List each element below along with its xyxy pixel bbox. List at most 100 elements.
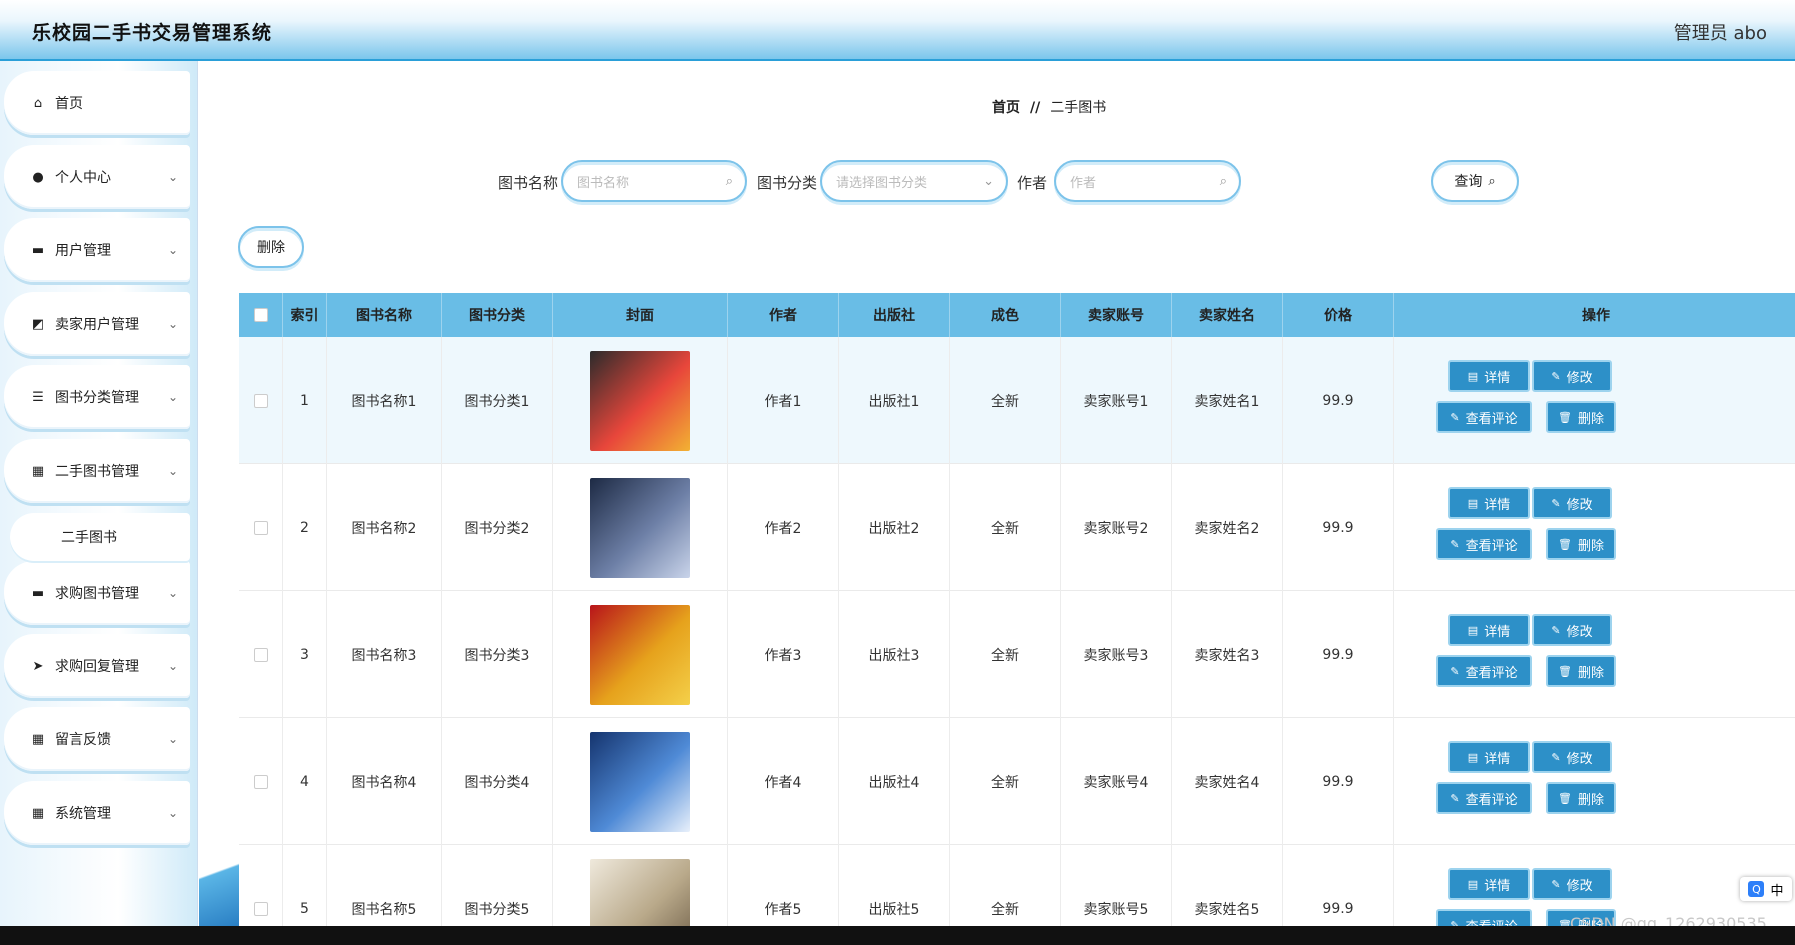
ime-indicator[interactable]: Q 中 [1740,877,1792,901]
detail-button[interactable]: ▤ 详情 [1448,614,1530,646]
cell-category: 图书分类4 [442,718,553,845]
sidebar-item-10[interactable]: ▦ 系统管理 ⌄ [4,781,190,845]
detail-button[interactable]: ▤ 详情 [1448,741,1530,773]
column-header-index: 索引 [283,293,327,337]
view-comments-button[interactable]: ✎ 查看评论 [1436,655,1532,687]
chevron-down-icon: ⌄ [167,317,178,331]
chevron-down-icon: ⌄ [167,243,178,257]
sidebar-item-2[interactable]: ● 个人中心 ⌄ [4,145,190,209]
book-category-select[interactable]: 请选择图书分类 ⌄ [820,160,1008,202]
table-row[interactable]: 3 图书名称3 图书分类3 作者3 出版社3 全新 卖家账号3 卖家姓名3 99.9 ▤ 详情 ✎ 修改… [239,591,1795,718]
cell-seller-account: 卖家账号2 [1061,464,1172,591]
view-comments-button-label: 查看评论 [1465,792,1518,808]
book-cover-image[interactable] [590,477,690,578]
sidebar-item-9[interactable]: ▦ 留言反馈 ⌄ [4,707,190,771]
query-button[interactable]: 查询 ⌕ [1431,160,1519,202]
edit-button[interactable]: ✎ 修改 [1532,614,1612,646]
delete-button-label: 删除 [1577,665,1604,681]
table-row[interactable]: 4 图书名称4 图书分类4 作者4 出版社4 全新 卖家账号4 卖家姓名4 99.9 ▤ 详情 ✎ 修改… [239,718,1795,845]
sidebar-item-label: 个人中心 [55,170,111,186]
search-bar: 图书名称 图书名称 ⌕ 图书分类 请选择图书分类 ⌄ 作者 作者 ⌕ 查询 ⌕ [199,160,1795,204]
sidebar-item-8[interactable]: ➤ 求购回复管理 ⌄ [4,634,190,698]
bottom-bar [0,926,1795,945]
table-row[interactable]: 1 图书名称1 图书分类1 作者1 出版社1 全新 卖家账号1 卖家姓名1 99.9 ▤ 详情 ✎ 修改… [239,337,1795,464]
delete-button[interactable]: 🗑 删除 [1546,528,1616,560]
table-row[interactable]: 2 图书名称2 图书分类2 作者2 出版社2 全新 卖家账号2 卖家姓名2 99.9 ▤ 详情 ✎ 修改… [239,464,1795,591]
view-comments-button[interactable]: ✎ 查看评论 [1436,401,1532,433]
row-checkbox[interactable] [253,647,268,662]
edit-button[interactable]: ✎ 修改 [1532,868,1612,900]
edit-button[interactable]: ✎ 修改 [1532,741,1612,773]
user-icon: ● [32,169,44,185]
edit-button[interactable]: ✎ 修改 [1532,487,1612,519]
chevron-down-icon: ⌄ [167,659,178,673]
delete-button[interactable]: 🗑 删除 [1546,655,1616,687]
view-comments-button[interactable]: ✎ 查看评论 [1436,782,1532,814]
sidebar-item-1[interactable]: ⌂ 首页 [4,71,190,135]
sidebar-item-7[interactable]: ▬ 求购图书管理 ⌄ [4,561,190,625]
sidebar-subitem-used-books[interactable]: 二手图书 [10,513,190,561]
book-cover-image[interactable] [590,858,690,926]
edit-button-label: 修改 [1566,878,1593,894]
detail-button-label: 详情 [1484,370,1511,386]
grid-icon: ▦ [31,463,45,479]
delete-button[interactable]: 🗑 删除 [1546,782,1616,814]
cell-index: 5 [283,845,327,926]
cell-seller-account: 卖家账号3 [1061,591,1172,718]
trash-icon: 🗑 [1558,410,1572,424]
chevron-down-icon: ⌄ [167,390,178,404]
grid-icon: ▦ [31,805,45,821]
edit-icon: ✎ [1551,750,1561,764]
detail-button-label: 详情 [1484,751,1511,767]
sidebar-item-3[interactable]: ▬ 用户管理 ⌄ [4,218,190,282]
app-frame: 乐校园二手书交易管理系统 管理员 abo ⌂ 首页 ● 个人中心 ⌄ ▬ 用户管理 ⌄ ◩ 卖家用… [0,0,1795,926]
edit-button-label: 修改 [1566,624,1593,640]
book-cover-image[interactable] [590,604,690,705]
detail-button[interactable]: ▤ 详情 [1448,487,1530,519]
view-comments-button[interactable]: ✎ 查看评论 [1436,528,1532,560]
row-checkbox[interactable] [253,393,268,408]
table-row[interactable]: 5 图书名称5 图书分类5 作者5 出版社5 全新 卖家账号5 卖家姓名5 99.9 ▤ 详情 ✎ 修改… [239,845,1795,926]
sidebar-item-4[interactable]: ◩ 卖家用户管理 ⌄ [4,292,190,356]
edit-icon: ✎ [1551,877,1561,891]
sidebar-item-6[interactable]: ▦ 二手图书管理 ⌄ [4,439,190,503]
breadcrumb-home[interactable]: 首页 [992,100,1020,116]
sidebar-item-label: 首页 [55,96,83,112]
delete-button[interactable]: 🗑 删除 [1546,401,1616,433]
cell-price: 99.9 [1283,337,1394,464]
batch-delete-button[interactable]: 删除 [238,226,304,268]
detail-button[interactable]: ▤ 详情 [1448,868,1530,900]
view-comments-button[interactable]: ✎ 查看评论 [1436,909,1532,926]
cell-name: 图书名称3 [327,591,442,718]
book-icon: ▬ [31,585,45,601]
edit-icon: ✎ [1450,410,1460,424]
chevron-down-icon: ⌄ [167,732,178,746]
cell-index: 4 [283,718,327,845]
row-select-cell [239,464,283,591]
author-input[interactable]: 作者 ⌕ [1054,160,1241,202]
search-icon: ⌕ [1219,173,1227,189]
row-checkbox[interactable] [253,520,268,535]
book-cover-image[interactable] [590,731,690,832]
sidebar-item-label: 用户管理 [55,243,111,259]
sidebar-item-label: 留言反馈 [55,732,111,748]
detail-button-label: 详情 [1484,878,1511,894]
detail-button[interactable]: ▤ 详情 [1448,360,1530,392]
column-header-price: 价格 [1283,293,1394,337]
breadcrumb-separator: // [1030,100,1041,116]
query-label: 查询 [1454,174,1483,190]
cell-price: 99.9 [1283,845,1394,926]
book-cover-image[interactable] [590,350,690,451]
edit-button[interactable]: ✎ 修改 [1532,360,1612,392]
cell-seller-name: 卖家姓名2 [1172,464,1283,591]
book-name-input[interactable]: 图书名称 ⌕ [561,160,747,202]
row-checkbox[interactable] [253,901,268,916]
book-name-label: 图书名称 [498,174,559,192]
admin-info[interactable]: 管理员 abo [1674,19,1767,45]
cell-condition: 全新 [950,845,1061,926]
cell-publisher: 出版社4 [839,718,950,845]
sidebar-item-5[interactable]: ☰ 图书分类管理 ⌄ [4,365,190,429]
select-all-checkbox[interactable] [253,308,268,322]
edit-icon: ✎ [1551,623,1561,637]
row-checkbox[interactable] [253,774,268,789]
